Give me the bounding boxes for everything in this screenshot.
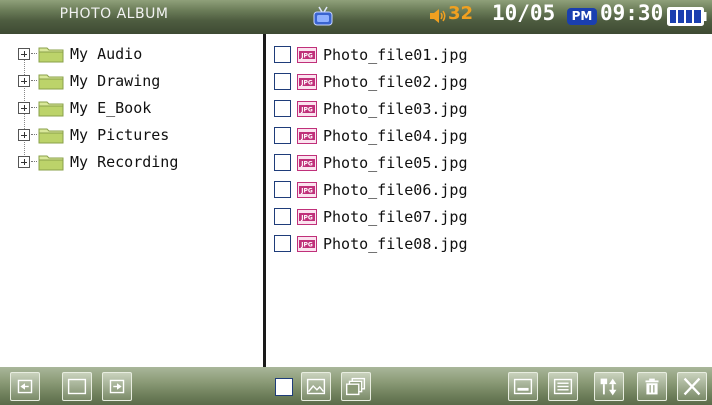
file-checkbox[interactable] bbox=[274, 73, 291, 90]
close-icon bbox=[683, 377, 701, 396]
list-item[interactable]: JPG Photo_file04.jpg bbox=[274, 122, 704, 149]
list-item[interactable]: JPG Photo_file01.jpg bbox=[274, 41, 704, 68]
time-display: 09:30 bbox=[600, 1, 664, 25]
arrow-right-panel-icon bbox=[109, 379, 125, 394]
file-label: Photo_file04.jpg bbox=[323, 126, 468, 145]
file-checkbox[interactable] bbox=[274, 154, 291, 171]
date-display: 10/05 bbox=[492, 1, 556, 25]
status-bar: PHOTO ALBUM 32 10/05 PM 09:30 bbox=[0, 0, 712, 34]
thumbnail-view-button[interactable] bbox=[508, 372, 538, 401]
folder-icon bbox=[38, 47, 64, 62]
file-list: JPG Photo_file01.jpg JPG Photo_file02.jp… bbox=[274, 41, 704, 257]
folder-label: My E_Book bbox=[70, 98, 152, 117]
file-checkbox[interactable] bbox=[274, 127, 291, 144]
volume-level: 32 bbox=[448, 3, 474, 24]
copy-pages-icon bbox=[345, 377, 366, 396]
speaker-icon bbox=[430, 9, 446, 23]
jpg-file-icon: JPG bbox=[297, 100, 317, 117]
svg-text:JPG: JPG bbox=[300, 133, 313, 140]
folder-item-my-recording[interactable]: My Recording bbox=[18, 148, 258, 175]
svg-text:JPG: JPG bbox=[300, 187, 313, 194]
folder-label: My Audio bbox=[70, 44, 143, 63]
folder-item-my-drawing[interactable]: My Drawing bbox=[18, 67, 258, 94]
list-item[interactable]: JPG Photo_file07.jpg bbox=[274, 203, 704, 230]
folder-icon bbox=[38, 74, 64, 89]
close-button[interactable] bbox=[677, 372, 707, 401]
file-label: Photo_file08.jpg bbox=[323, 234, 468, 253]
battery-icon bbox=[667, 7, 707, 26]
expand-icon[interactable] bbox=[18, 74, 30, 87]
expand-icon[interactable] bbox=[18, 155, 30, 168]
trash-icon bbox=[645, 378, 659, 395]
jpg-file-icon: JPG bbox=[297, 73, 317, 90]
expand-icon[interactable] bbox=[18, 101, 30, 114]
folder-item-my-pictures[interactable]: My Pictures bbox=[18, 121, 258, 148]
folder-icon bbox=[38, 155, 64, 170]
select-all-checkbox[interactable] bbox=[275, 378, 293, 396]
monitor-icon bbox=[513, 378, 533, 395]
folder-item-my-ebook[interactable]: My E_Book bbox=[18, 94, 258, 121]
list-view-button[interactable] bbox=[548, 372, 578, 401]
bottom-toolbar bbox=[0, 367, 712, 405]
list-item[interactable]: JPG Photo_file02.jpg bbox=[274, 68, 704, 95]
file-checkbox[interactable] bbox=[274, 100, 291, 117]
collapse-left-button[interactable] bbox=[10, 372, 40, 401]
list-view-icon bbox=[553, 378, 573, 395]
list-item[interactable]: JPG Photo_file05.jpg bbox=[274, 149, 704, 176]
single-panel-button[interactable] bbox=[62, 372, 92, 401]
folder-item-my-audio[interactable]: My Audio bbox=[18, 40, 258, 67]
sort-button[interactable] bbox=[594, 372, 624, 401]
expand-icon[interactable] bbox=[18, 47, 30, 60]
jpg-file-icon: JPG bbox=[297, 208, 317, 225]
file-label: Photo_file06.jpg bbox=[323, 180, 468, 199]
sort-icon bbox=[600, 378, 617, 396]
expand-right-button[interactable] bbox=[102, 372, 132, 401]
folder-label: My Drawing bbox=[70, 71, 161, 90]
svg-text:JPG: JPG bbox=[300, 52, 313, 59]
panel-icon bbox=[67, 378, 87, 395]
panel-divider bbox=[263, 34, 266, 367]
app-title: PHOTO ALBUM bbox=[59, 6, 169, 22]
slideshow-button[interactable] bbox=[341, 372, 371, 401]
file-label: Photo_file02.jpg bbox=[323, 72, 468, 91]
list-item[interactable]: JPG Photo_file08.jpg bbox=[274, 230, 704, 257]
folder-label: My Recording bbox=[70, 152, 179, 171]
image-icon bbox=[306, 378, 326, 395]
svg-text:JPG: JPG bbox=[300, 241, 313, 248]
folder-tree: My Audio My Drawing My E_Book My Picture… bbox=[18, 40, 258, 175]
file-checkbox[interactable] bbox=[274, 46, 291, 63]
jpg-file-icon: JPG bbox=[297, 154, 317, 171]
file-checkbox[interactable] bbox=[274, 235, 291, 252]
file-label: Photo_file05.jpg bbox=[323, 153, 468, 172]
delete-button[interactable] bbox=[637, 372, 667, 401]
svg-text:JPG: JPG bbox=[300, 214, 313, 221]
folder-label: My Pictures bbox=[70, 125, 170, 144]
svg-text:JPG: JPG bbox=[300, 160, 313, 167]
folder-icon bbox=[38, 101, 64, 116]
file-label: Photo_file01.jpg bbox=[323, 45, 468, 64]
jpg-file-icon: JPG bbox=[297, 127, 317, 144]
file-label: Photo_file07.jpg bbox=[323, 207, 468, 226]
file-checkbox[interactable] bbox=[274, 181, 291, 198]
arrow-left-panel-icon bbox=[17, 379, 33, 394]
expand-icon[interactable] bbox=[18, 128, 30, 141]
svg-text:JPG: JPG bbox=[300, 79, 313, 86]
jpg-file-icon: JPG bbox=[297, 235, 317, 252]
svg-text:JPG: JPG bbox=[300, 106, 313, 113]
folder-icon bbox=[38, 128, 64, 143]
tv-icon bbox=[313, 6, 333, 26]
view-image-button[interactable] bbox=[301, 372, 331, 401]
file-label: Photo_file03.jpg bbox=[323, 99, 468, 118]
jpg-file-icon: JPG bbox=[297, 46, 317, 63]
file-checkbox[interactable] bbox=[274, 208, 291, 225]
ampm-badge: PM bbox=[567, 8, 597, 25]
list-item[interactable]: JPG Photo_file03.jpg bbox=[274, 95, 704, 122]
jpg-file-icon: JPG bbox=[297, 181, 317, 198]
list-item[interactable]: JPG Photo_file06.jpg bbox=[274, 176, 704, 203]
